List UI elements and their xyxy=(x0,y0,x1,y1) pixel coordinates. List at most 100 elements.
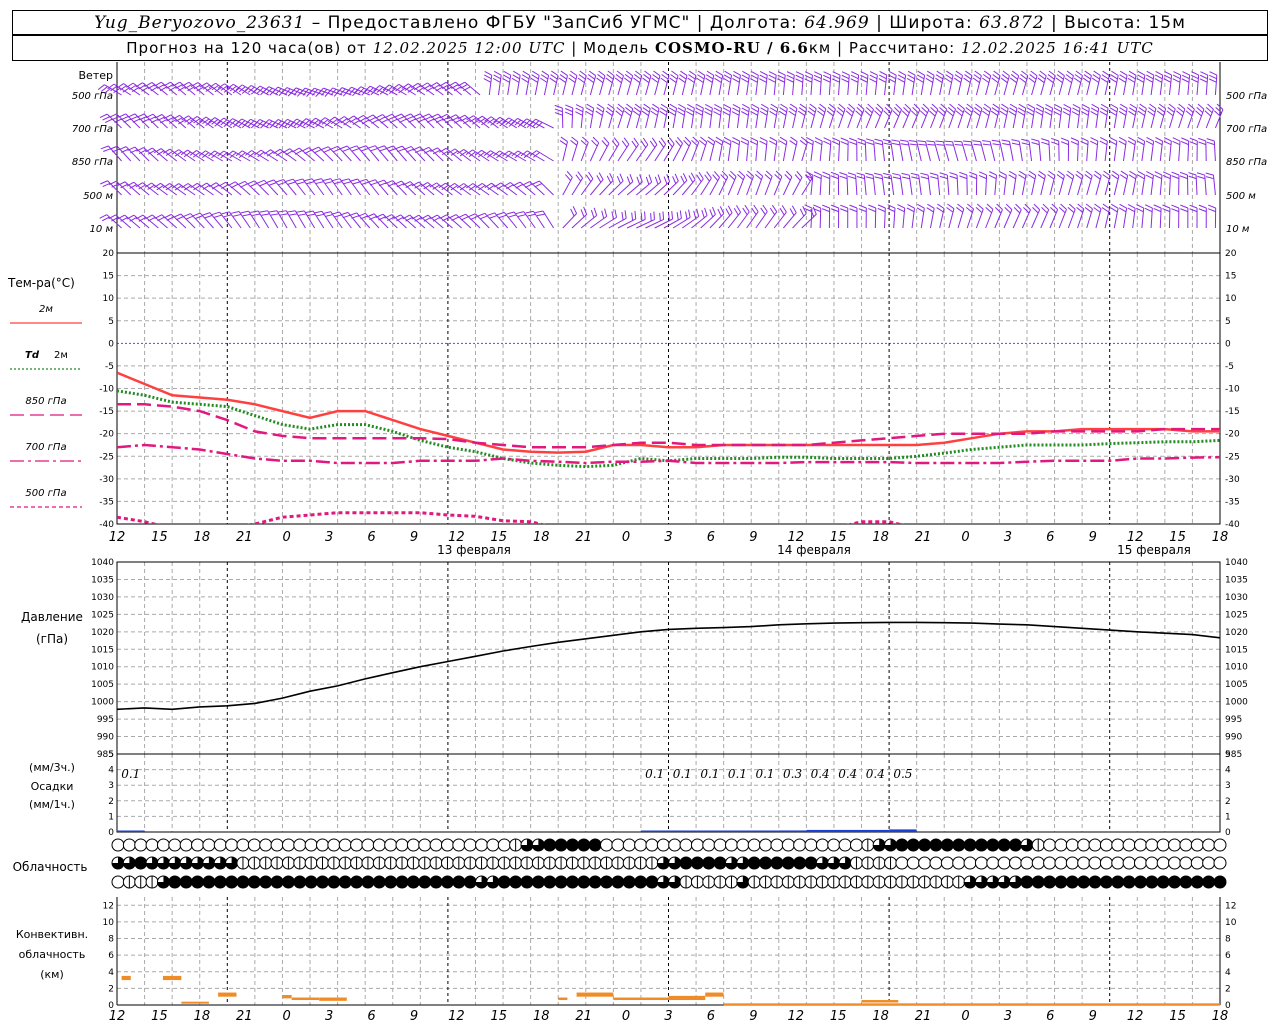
wind-barb xyxy=(568,70,578,96)
cloud-cover-symbol xyxy=(395,875,409,889)
hour-label: 0 xyxy=(622,530,630,545)
wind-barb xyxy=(773,170,783,196)
wind-barb xyxy=(1145,170,1154,196)
wind-barb xyxy=(736,170,746,196)
legend-label: 2м xyxy=(54,350,68,361)
cloud-cover-symbol xyxy=(134,838,148,852)
wind-barb xyxy=(937,103,948,129)
wind-barb xyxy=(294,178,316,196)
conv-tick-right: 10 xyxy=(1225,918,1237,928)
wind-barb xyxy=(919,103,930,129)
cloud-cover-symbol xyxy=(122,838,136,852)
wind-barb xyxy=(982,103,992,129)
wind-barb xyxy=(496,211,518,229)
cloud-cover-symbol xyxy=(679,856,693,870)
cloud-cover-symbol xyxy=(338,838,352,852)
cloud-cover-symbol xyxy=(577,875,591,889)
wind-barb xyxy=(1091,70,1101,96)
cloud-cover-symbol xyxy=(1145,856,1159,870)
cloud-cover-symbol xyxy=(315,856,329,870)
cloud-cover-symbol xyxy=(974,856,988,870)
precip-tick-right: 0 xyxy=(1225,828,1231,838)
precip-bar xyxy=(889,829,917,832)
cloud-cover-symbol xyxy=(486,875,500,889)
wind-barb xyxy=(849,204,858,229)
cloud-cover-symbol xyxy=(656,838,670,852)
cloud-cover-symbol xyxy=(554,856,568,870)
wind-barb xyxy=(642,70,652,96)
cloud-cover-symbol xyxy=(1168,875,1182,889)
wind-barb xyxy=(1181,137,1190,162)
conv-tick-left: 2 xyxy=(108,984,114,994)
hour-label: 9 xyxy=(749,530,757,545)
cloud-cover-symbol xyxy=(736,838,750,852)
precip-value-label: 0.1 xyxy=(673,767,692,781)
wind-barb xyxy=(525,210,545,229)
wind-barb xyxy=(822,171,831,196)
cloud-cover-symbol xyxy=(1009,838,1023,852)
cloud-cover-symbol xyxy=(1009,875,1023,889)
cloud-cover-symbol xyxy=(1133,838,1147,852)
pressure-tick-left: 995 xyxy=(97,715,114,725)
cloud-cover-symbol xyxy=(770,856,784,870)
cloud-cover-symbol xyxy=(145,856,159,870)
wind-barb xyxy=(864,103,875,129)
wind-barb xyxy=(1189,204,1198,229)
wind-barb xyxy=(580,136,589,162)
precip-value-label: 0.4 xyxy=(838,767,857,781)
cloud-cover-symbol xyxy=(1009,856,1023,870)
wind-barb xyxy=(1162,171,1171,196)
temp-tick-left: 10 xyxy=(103,294,115,304)
cloud-cover-symbol xyxy=(1145,838,1159,852)
cloud-cover-symbol xyxy=(497,838,511,852)
wind-barb xyxy=(1189,137,1198,162)
wind-barb xyxy=(1118,103,1128,129)
temp-tick-left: -30 xyxy=(99,475,114,485)
cloud-cover-symbol xyxy=(338,875,352,889)
cloud-cover-symbol xyxy=(747,856,761,870)
precip-tick-right: 3 xyxy=(1225,781,1231,791)
cloud-cover-symbol xyxy=(384,856,398,870)
wind-barb xyxy=(874,172,886,196)
wind-barb xyxy=(982,70,992,96)
wind-barb xyxy=(651,70,661,96)
cloud-cover-symbol xyxy=(1054,856,1068,870)
wind-barb xyxy=(654,137,667,162)
wind-barb xyxy=(336,87,361,97)
cloud-cover-symbol xyxy=(429,875,443,889)
pressure-tick-right: 995 xyxy=(1225,715,1242,725)
wind-barb xyxy=(1145,136,1155,162)
cloud-cover-symbol xyxy=(531,838,545,852)
cloud-cover-symbol xyxy=(156,838,170,852)
hour-label-bottom: 15 xyxy=(830,1009,847,1024)
wind-barb xyxy=(1062,103,1072,129)
wind-barb xyxy=(1009,70,1020,96)
pressure-tick-right: 1035 xyxy=(1225,575,1248,585)
cloud-cover-symbol xyxy=(179,856,193,870)
wind-barb xyxy=(883,172,895,196)
wind-barb xyxy=(259,210,279,229)
cloud-cover-symbol xyxy=(1156,875,1170,889)
wind-barb xyxy=(492,70,502,96)
cloud-cover-symbol xyxy=(986,875,1000,889)
cloud-cover-symbol xyxy=(747,838,761,852)
cloud-cover-symbol xyxy=(1202,856,1216,870)
convective-bar xyxy=(861,1000,899,1003)
cloud-cover-symbol xyxy=(1145,875,1159,889)
cloud-cover-symbol xyxy=(1043,838,1057,852)
cloud-cover-symbol xyxy=(395,856,409,870)
precip-bar xyxy=(751,830,779,832)
cloud-cover-symbol xyxy=(974,875,988,889)
cloud-cover-symbol xyxy=(202,838,216,852)
wind-barb xyxy=(709,171,720,196)
wind-barb xyxy=(782,170,793,196)
cloud-cover-symbol xyxy=(520,838,534,852)
wind-barb xyxy=(575,104,584,129)
cloud-cover-symbol xyxy=(827,856,841,870)
wind-barb xyxy=(1028,70,1038,96)
wind-barb xyxy=(562,171,573,196)
wind-barb xyxy=(786,71,795,96)
hour-label: 21 xyxy=(915,530,932,545)
wind-barb xyxy=(1171,204,1180,229)
hour-label: 3 xyxy=(1004,530,1012,545)
